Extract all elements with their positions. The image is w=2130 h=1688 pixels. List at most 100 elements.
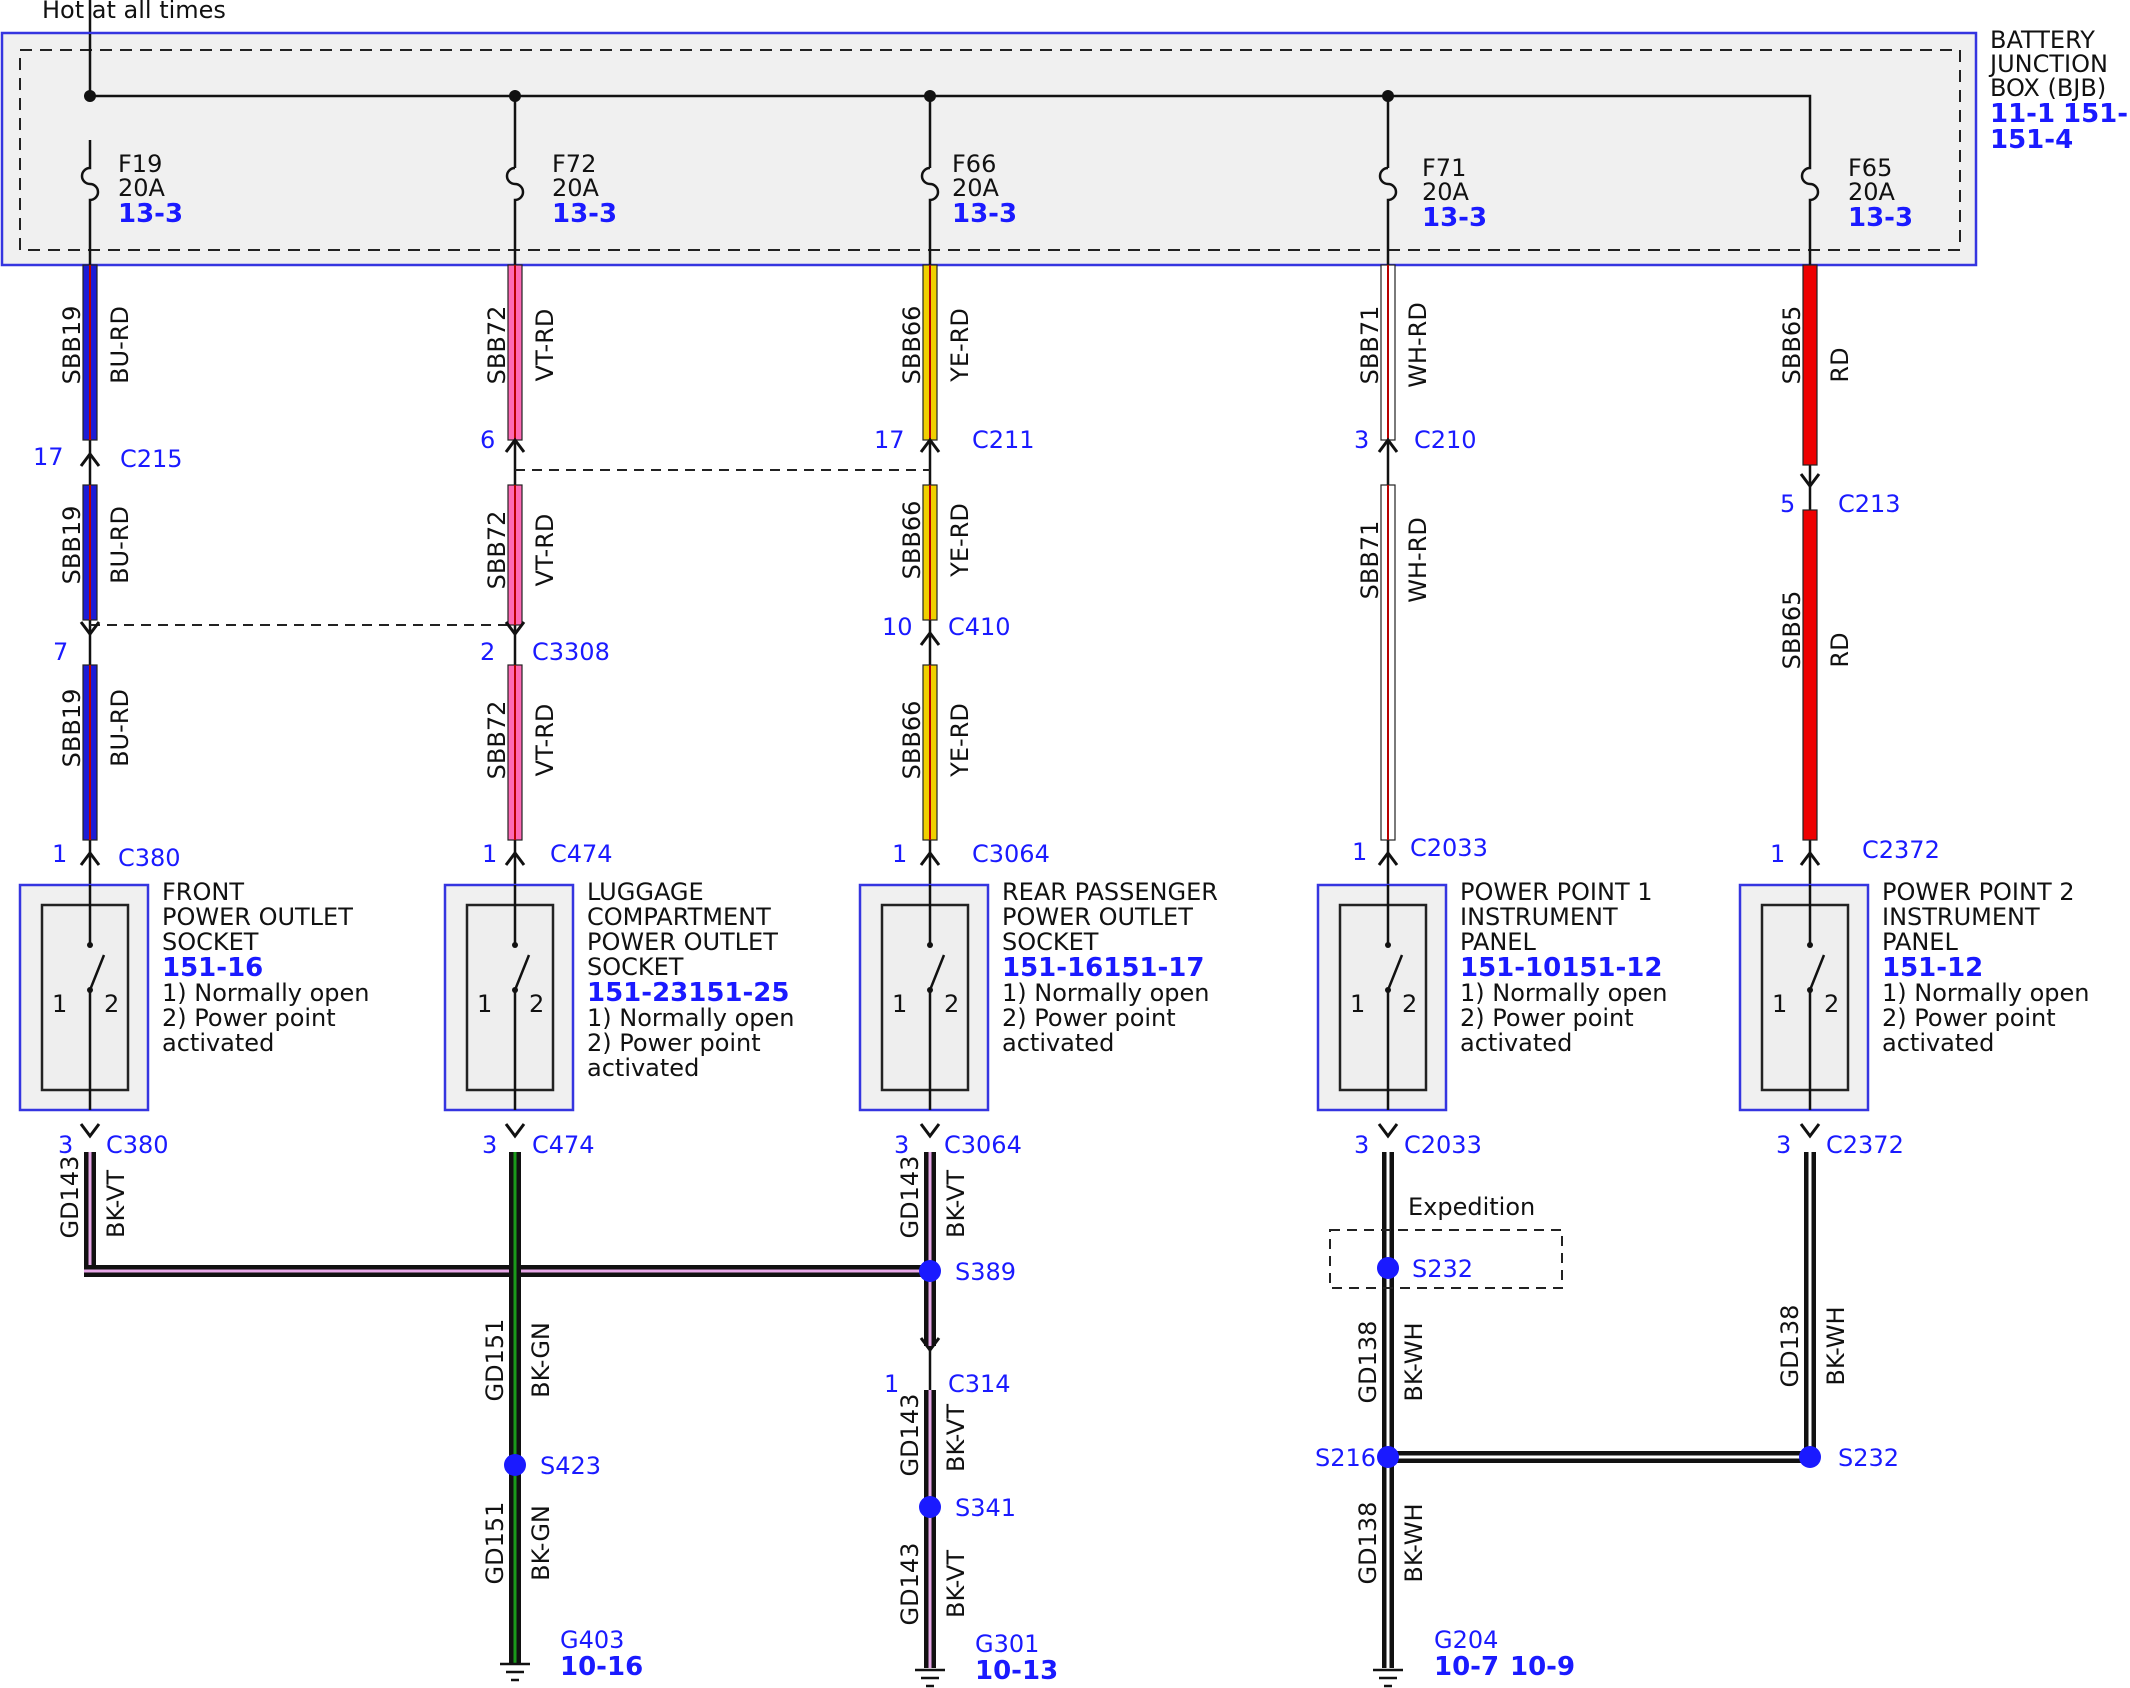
- svg-text:GD138: GD138: [1354, 1321, 1382, 1404]
- svg-text:C3064: C3064: [972, 840, 1050, 868]
- svg-text:POWER OUTLET: POWER OUTLET: [1002, 903, 1193, 931]
- splice-s232: [1799, 1446, 1821, 1468]
- svg-text:BOX (BJB): BOX (BJB): [1990, 74, 2106, 102]
- svg-text:C2033: C2033: [1404, 1131, 1482, 1159]
- svg-text:C2372: C2372: [1826, 1131, 1904, 1159]
- svg-text:SBB72: SBB72: [483, 511, 511, 590]
- wiring-diagram: Hot at all times BATTERY JUNCTION BOX (B…: [0, 0, 2130, 1688]
- svg-text:PANEL: PANEL: [1882, 928, 1958, 956]
- svg-text:BU-RD: BU-RD: [106, 689, 134, 767]
- svg-text:3: 3: [58, 1131, 73, 1159]
- svg-text:C3308: C3308: [532, 638, 610, 666]
- svg-text:C474: C474: [532, 1131, 595, 1159]
- svg-text:C410: C410: [948, 613, 1011, 641]
- svg-text:VT-RD: VT-RD: [531, 704, 559, 777]
- svg-text:SOCKET: SOCKET: [162, 928, 259, 956]
- svg-text:10: 10: [882, 613, 913, 641]
- svg-text:17: 17: [33, 443, 64, 471]
- svg-text:2) Power point: 2) Power point: [162, 1004, 336, 1032]
- svg-text:2: 2: [529, 990, 544, 1018]
- svg-text:RD: RD: [1826, 347, 1854, 382]
- svg-text:S232: S232: [1838, 1444, 1899, 1472]
- svg-text:SOCKET: SOCKET: [1002, 928, 1099, 956]
- svg-text:17: 17: [874, 426, 905, 454]
- svg-text:2) Power point: 2) Power point: [587, 1029, 761, 1057]
- device-1: 1 2LUGGAGECOMPARTMENTPOWER OUTLETSOCKET15…: [443, 878, 795, 1112]
- splice-s216: [1377, 1446, 1399, 1468]
- svg-text:2) Power point: 2) Power point: [1460, 1004, 1634, 1032]
- svg-text:SBB71: SBB71: [1356, 306, 1384, 385]
- svg-text:13-3: 13-3: [952, 199, 1017, 229]
- splice-s341: [919, 1496, 941, 1518]
- svg-text:activated: activated: [1002, 1029, 1114, 1057]
- svg-text:PANEL: PANEL: [1460, 928, 1536, 956]
- svg-text:3: 3: [894, 1131, 909, 1159]
- supply-connector-labels: 17 C215 7 1 C380 6 2 C3308 1 C474 17 C21…: [33, 426, 1940, 872]
- svg-text:10-13: 10-13: [975, 1656, 1058, 1686]
- svg-text:1: 1: [52, 840, 67, 868]
- svg-text:YE-RD: YE-RD: [946, 703, 974, 778]
- svg-text:SBB66: SBB66: [898, 701, 926, 780]
- svg-text:BK-VT: BK-VT: [942, 1170, 970, 1238]
- svg-text:5: 5: [1780, 490, 1795, 518]
- svg-text:C380: C380: [106, 1131, 169, 1159]
- svg-text:SBB65: SBB65: [1778, 306, 1806, 385]
- svg-text:2: 2: [944, 990, 959, 1018]
- svg-text:3: 3: [1776, 1131, 1791, 1159]
- svg-text:C211: C211: [972, 426, 1035, 454]
- svg-text:2: 2: [1402, 990, 1417, 1018]
- devices: 1 2FRONTPOWER OUTLETSOCKET151-161) Normal…: [18, 878, 2090, 1112]
- svg-text:activated: activated: [1882, 1029, 1994, 1057]
- svg-text:LUGGAGE: LUGGAGE: [587, 878, 704, 906]
- svg-text:C380: C380: [118, 844, 181, 872]
- svg-text:C474: C474: [550, 840, 613, 868]
- svg-text:13-3: 13-3: [552, 199, 617, 229]
- svg-text:GD143: GD143: [896, 1156, 924, 1239]
- svg-text:1: 1: [1772, 990, 1787, 1018]
- svg-text:13-3: 13-3: [1422, 203, 1487, 233]
- svg-text:G403: G403: [560, 1626, 624, 1654]
- svg-text:S423: S423: [540, 1452, 601, 1480]
- svg-text:1) Normally open: 1) Normally open: [1882, 979, 2090, 1007]
- svg-text:151-4: 151-4: [1990, 125, 2073, 155]
- svg-text:BU-RD: BU-RD: [106, 306, 134, 384]
- svg-text:Expedition: Expedition: [1408, 1193, 1535, 1221]
- svg-text:SBB65: SBB65: [1778, 591, 1806, 670]
- svg-text:2) Power point: 2) Power point: [1882, 1004, 2056, 1032]
- svg-text:1: 1: [477, 990, 492, 1018]
- svg-text:SBB72: SBB72: [483, 306, 511, 385]
- device-2: 1 2REAR PASSENGERPOWER OUTLETSOCKET151-16…: [858, 878, 1218, 1112]
- svg-text:C2033: C2033: [1410, 834, 1488, 862]
- svg-text:C2372: C2372: [1862, 836, 1940, 864]
- svg-text:S216: S216: [1315, 1444, 1376, 1472]
- svg-text:1) Normally open: 1) Normally open: [587, 1004, 795, 1032]
- svg-text:S389: S389: [955, 1258, 1016, 1286]
- svg-text:1) Normally open: 1) Normally open: [1460, 979, 1668, 1007]
- svg-text:1) Normally open: 1) Normally open: [162, 979, 370, 1007]
- svg-text:GD143: GD143: [896, 1543, 924, 1626]
- svg-text:1) Normally open: 1) Normally open: [1002, 979, 1210, 1007]
- svg-text:REAR PASSENGER: REAR PASSENGER: [1002, 878, 1218, 906]
- svg-text:3: 3: [1354, 1131, 1369, 1159]
- svg-text:BK-WH: BK-WH: [1400, 1322, 1428, 1401]
- svg-text:YE-RD: YE-RD: [946, 308, 974, 383]
- svg-text:3: 3: [1354, 426, 1369, 454]
- svg-text:SBB71: SBB71: [1356, 521, 1384, 600]
- svg-text:COMPARTMENT: COMPARTMENT: [587, 903, 771, 931]
- svg-text:POWER POINT 1: POWER POINT 1: [1460, 878, 1653, 906]
- svg-text:POWER OUTLET: POWER OUTLET: [587, 928, 778, 956]
- svg-text:YE-RD: YE-RD: [946, 503, 974, 578]
- svg-text:1: 1: [1352, 838, 1367, 866]
- svg-text:POWER POINT 2: POWER POINT 2: [1882, 878, 2075, 906]
- svg-text:2) Power point: 2) Power point: [1002, 1004, 1176, 1032]
- svg-text:10-7: 10-7: [1434, 1652, 1499, 1682]
- svg-text:SBB19: SBB19: [58, 689, 86, 768]
- svg-text:13-3: 13-3: [1848, 203, 1913, 233]
- svg-text:POWER OUTLET: POWER OUTLET: [162, 903, 353, 931]
- device-0: 1 2FRONTPOWER OUTLETSOCKET151-161) Normal…: [18, 878, 370, 1112]
- svg-text:RD: RD: [1826, 632, 1854, 667]
- svg-text:C215: C215: [120, 445, 183, 473]
- svg-text:BK-GN: BK-GN: [527, 1322, 555, 1398]
- svg-text:SBB72: SBB72: [483, 701, 511, 780]
- svg-text:C314: C314: [948, 1370, 1011, 1398]
